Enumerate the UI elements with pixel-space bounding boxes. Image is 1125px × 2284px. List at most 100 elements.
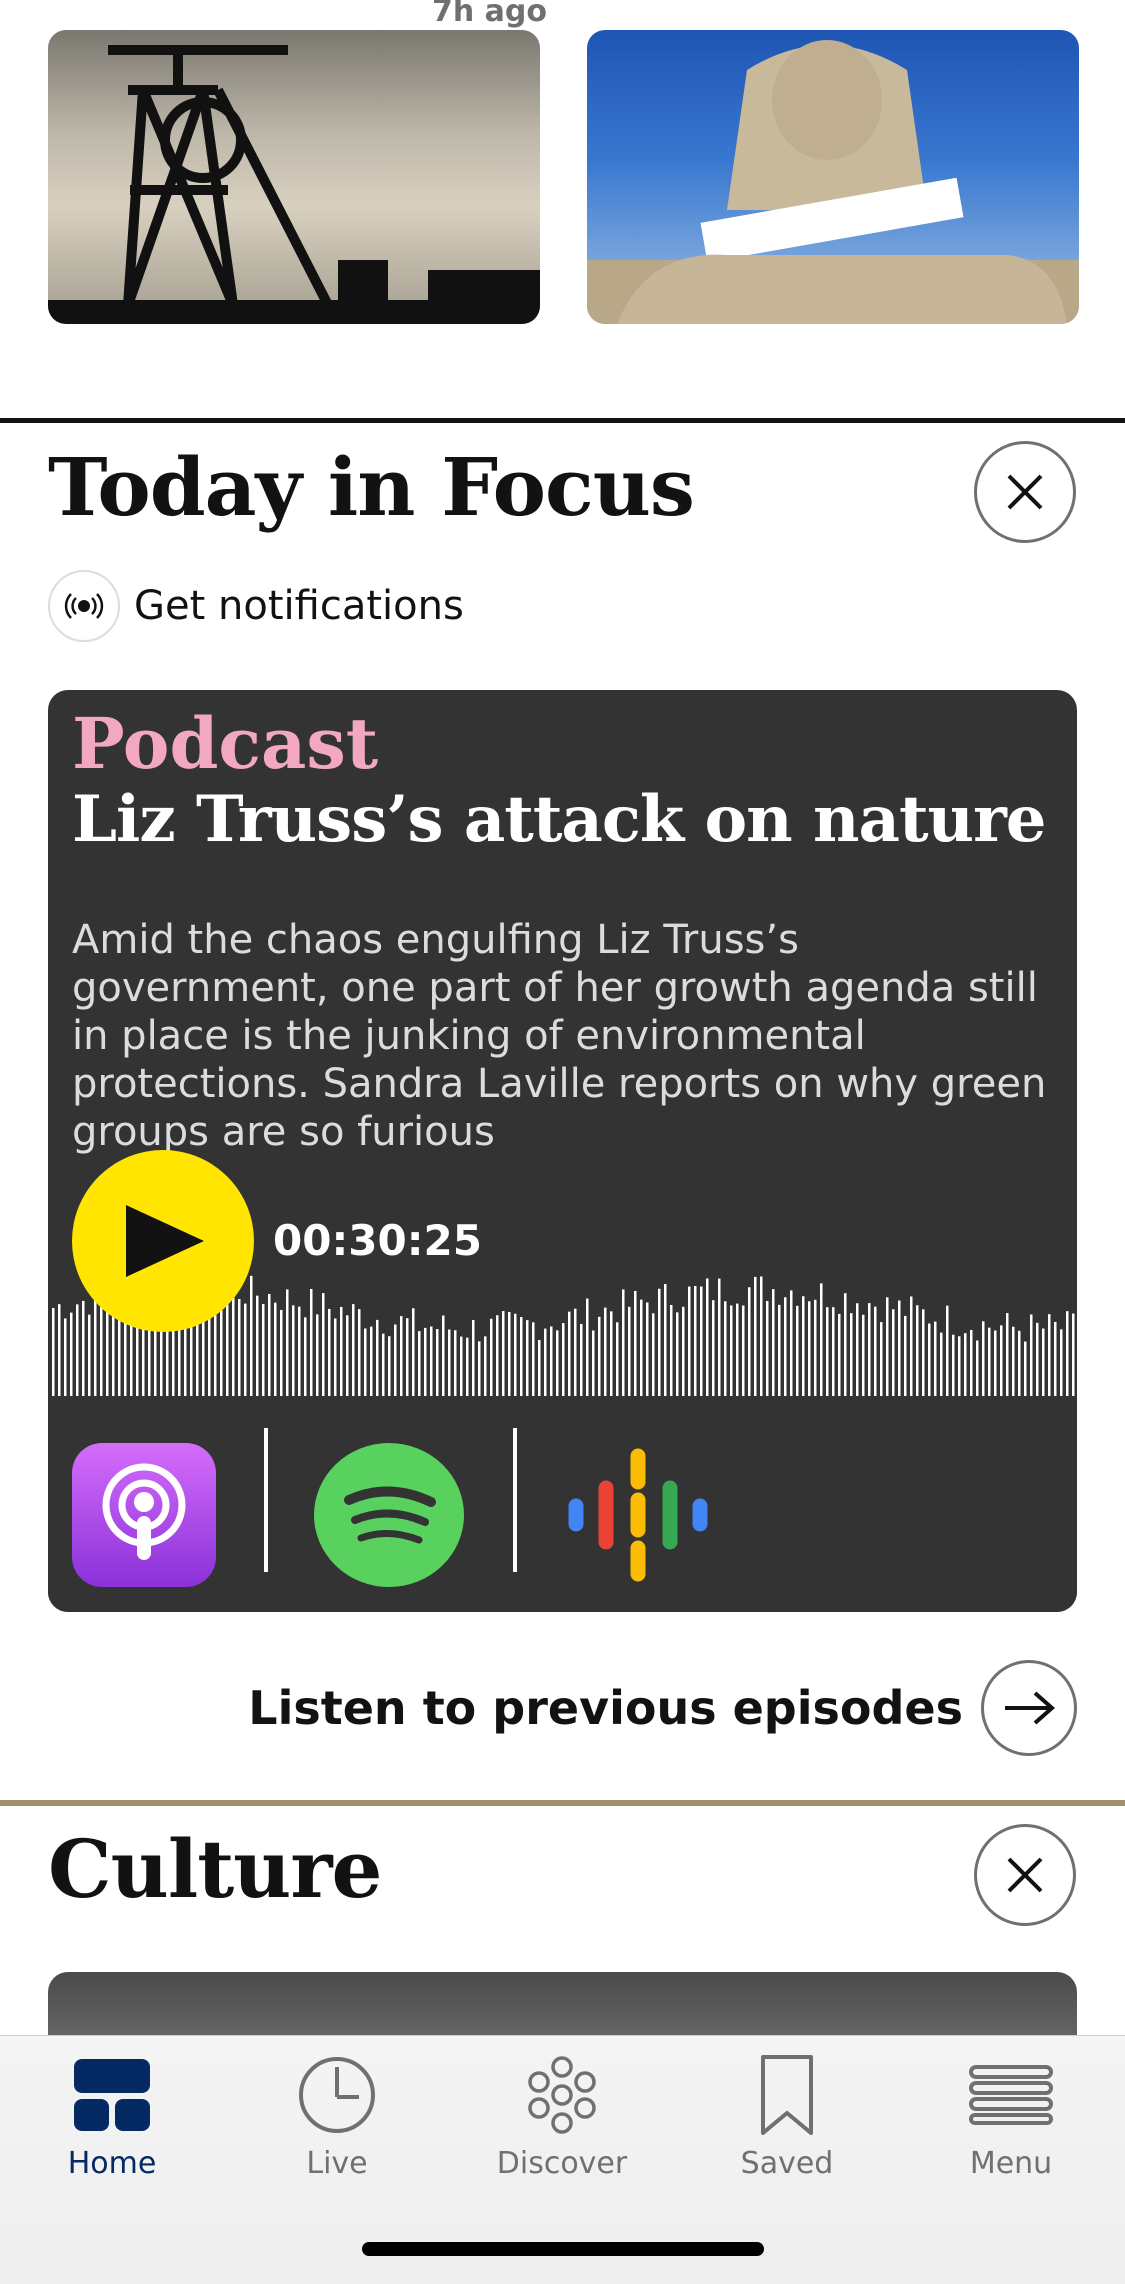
tab-saved[interactable]: Saved [697, 2050, 877, 2200]
waveform-bar [994, 1330, 997, 1396]
tab-home[interactable]: Home [22, 2050, 202, 2200]
section-title-today-in-focus: Today in Focus [48, 440, 695, 534]
waveform-bar [58, 1304, 61, 1396]
waveform-bar [70, 1312, 73, 1396]
waveform-bar [52, 1307, 55, 1396]
waveform-bar [874, 1306, 877, 1396]
waveform-bar [322, 1293, 325, 1396]
close-icon [1007, 1857, 1043, 1893]
waveform-bar [562, 1323, 565, 1396]
waveform-bar [700, 1286, 703, 1396]
waveform-bar [460, 1336, 463, 1396]
waveform-bar [238, 1299, 241, 1396]
waveform-bar [532, 1322, 535, 1396]
waveform-bar [514, 1313, 517, 1396]
waveform-bar [820, 1283, 823, 1396]
waveform-bar [718, 1278, 721, 1396]
waveform-bar [316, 1314, 319, 1396]
waveform-bar [472, 1319, 475, 1396]
tab-label: Discover [496, 2146, 628, 2181]
waveform-bar [448, 1329, 451, 1396]
waveform-bar [904, 1315, 907, 1396]
waveform-bar [826, 1307, 829, 1396]
culture-section-divider [0, 1800, 1125, 1806]
waveform-bar [1006, 1313, 1009, 1396]
waveform-bar [1018, 1330, 1021, 1396]
waveform-bar [844, 1293, 847, 1396]
waveform-bar [676, 1312, 679, 1396]
waveform-bar [100, 1294, 103, 1396]
waveform-bar [328, 1308, 331, 1396]
close-section-button[interactable] [974, 441, 1076, 543]
waveform-bar [88, 1314, 91, 1396]
waveform-bar [64, 1318, 67, 1396]
play-button[interactable] [72, 1150, 254, 1332]
story-thumbnail-sphinx[interactable] [587, 30, 1079, 324]
waveform-bar [628, 1306, 631, 1396]
waveform-bar [412, 1308, 415, 1396]
waveform-bar [358, 1309, 361, 1396]
waveform-bar [580, 1323, 583, 1396]
waveform-bar [442, 1315, 445, 1396]
waveform-bar [706, 1278, 709, 1396]
tab-menu[interactable]: Menu [921, 2050, 1101, 2200]
waveform-bar [664, 1283, 667, 1396]
waveform-bar [790, 1290, 793, 1396]
previous-episodes-link[interactable]: Listen to previous episodes [248, 1660, 1077, 1756]
waveform-bar [940, 1332, 943, 1396]
waveform-bar [898, 1300, 901, 1396]
waveform-bar [496, 1315, 499, 1396]
waveform-bar [370, 1326, 373, 1396]
waveform-bar [724, 1301, 727, 1396]
waveform-bar [244, 1303, 247, 1396]
apple-podcasts-icon[interactable] [72, 1443, 216, 1587]
section-title-culture: Culture [48, 1822, 382, 1916]
waveform-bar [886, 1297, 889, 1396]
spotify-icon[interactable] [314, 1443, 464, 1587]
waveform-bar [652, 1313, 655, 1396]
waveform-bar [364, 1328, 367, 1396]
story-thumbnail-mine-headframe[interactable] [48, 30, 540, 324]
waveform-bar [922, 1309, 925, 1396]
waveform-bar [340, 1306, 343, 1396]
waveform-bar [262, 1304, 265, 1396]
close-section-button[interactable] [974, 1824, 1076, 1926]
waveform-bar [598, 1316, 601, 1396]
waveform-bar [754, 1276, 757, 1396]
waveform-bar [796, 1305, 799, 1396]
google-podcasts-icon[interactable] [568, 1448, 708, 1582]
waveform-bar [946, 1305, 949, 1396]
waveform-bar [730, 1305, 733, 1396]
waveform-bar [784, 1297, 787, 1396]
waveform-bar [520, 1317, 523, 1396]
waveform-bar [916, 1305, 919, 1396]
waveform-bar [1042, 1328, 1045, 1396]
waveform-bar [1072, 1313, 1075, 1396]
waveform-bar [310, 1289, 313, 1396]
waveform-bar [1030, 1314, 1033, 1396]
tab-live[interactable]: Live [247, 2050, 427, 2200]
waveform-bar [934, 1321, 937, 1396]
podcast-kicker: Podcast [72, 702, 379, 785]
get-notifications-button[interactable]: Get notifications [48, 570, 464, 642]
close-icon [1007, 474, 1043, 510]
waveform-bar [286, 1289, 289, 1396]
waveform-bar [568, 1311, 571, 1396]
arrow-right-icon [981, 1660, 1077, 1756]
waveform-bar [778, 1304, 781, 1396]
waveform-bar [508, 1311, 511, 1396]
waveform-bar [256, 1295, 259, 1396]
waveform-bar [388, 1336, 391, 1396]
provider-divider [264, 1428, 268, 1572]
waveform-bar [646, 1302, 649, 1396]
waveform-bar [292, 1305, 295, 1396]
podcast-headline[interactable]: Liz Truss’s attack on nature [72, 782, 1046, 857]
waveform-bar [1024, 1341, 1027, 1396]
tab-discover[interactable]: Discover [472, 2050, 652, 2200]
waveform-bar [892, 1309, 895, 1396]
get-notifications-label: Get notifications [134, 583, 464, 629]
waveform-bar [880, 1322, 883, 1396]
headframe-image [48, 45, 540, 324]
podcast-card[interactable]: Podcast Liz Truss’s attack on nature Ami… [48, 690, 1077, 1612]
waveform-bar [742, 1305, 745, 1396]
